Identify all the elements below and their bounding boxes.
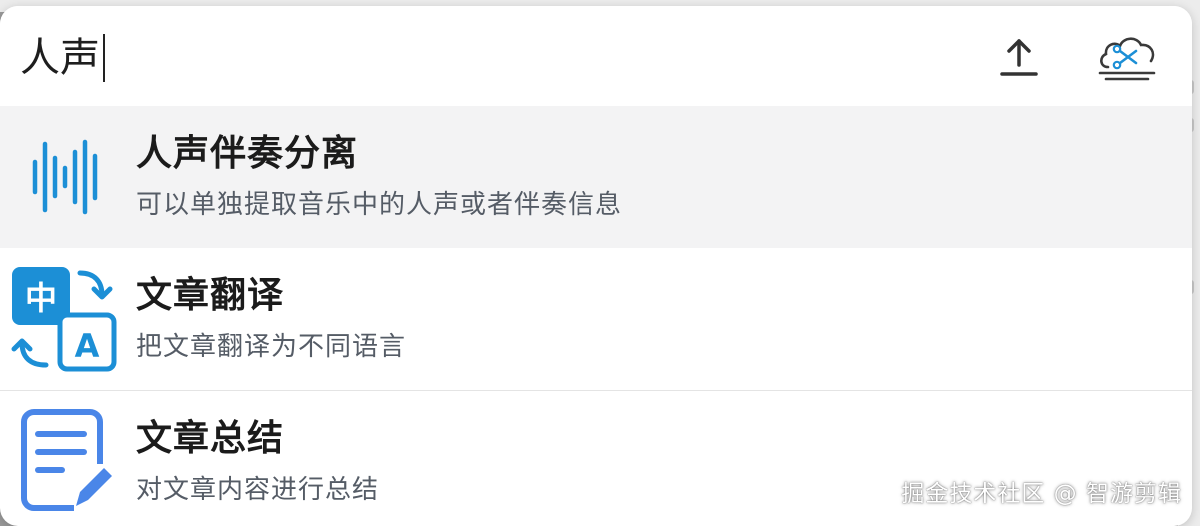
search-input[interactable]: 人声 [20,34,105,82]
result-description: 可以单独提取音乐中的人声或者伴奏信息 [136,190,623,220]
document-edit-icon [10,408,118,516]
svg-text:中: 中 [25,279,57,317]
result-item-vocal-separation[interactable]: 人声伴奏分离 可以单独提取音乐中的人声或者伴奏信息 [0,106,1192,248]
search-bar: 人声 [0,6,1192,106]
svg-text:A: A [75,327,100,365]
results-list: 人声伴奏分离 可以单独提取音乐中的人声或者伴奏信息 中 A 文章翻译 把文章翻译… [0,106,1192,526]
text-caret [103,34,105,82]
result-title: 文章翻译 [136,275,285,316]
result-item-article-translation[interactable]: 中 A 文章翻译 把文章翻译为不同语言 [0,248,1192,390]
cloud-scissors-icon [1098,37,1156,81]
search-popup: 人声 人声伴奏分离 可以单独提取音乐中的人声或者伴奏信息 中 A 文章翻译 把文… [0,6,1192,526]
watermark: 掘金技术社区 @ 智游剪辑 [901,481,1182,507]
translate-icon: 中 A [10,265,118,373]
result-title: 文章总结 [136,418,285,459]
upload-button[interactable] [988,32,1050,84]
result-description: 对文章内容进行总结 [136,475,380,505]
upload-icon [1000,39,1038,76]
waveform-icon [10,123,118,231]
result-description: 把文章翻译为不同语言 [136,332,407,362]
search-input-text: 人声 [20,35,100,81]
cloud-clip-button[interactable] [1096,32,1158,84]
result-title: 人声伴奏分离 [136,133,359,174]
